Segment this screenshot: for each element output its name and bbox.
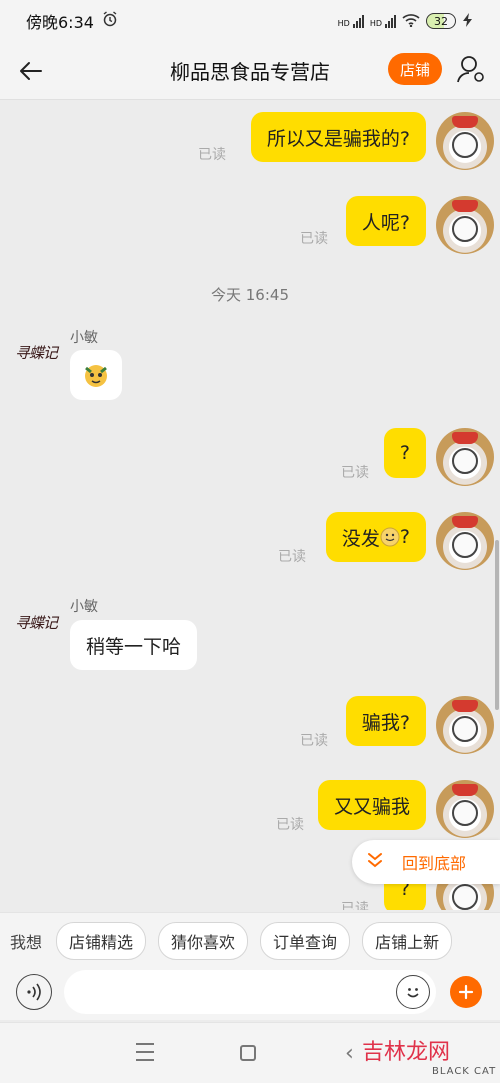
message-bubble[interactable]: 所以又是骗我的? xyxy=(250,112,426,162)
sticker-emoji-icon xyxy=(85,365,107,387)
read-receipt: 已读 xyxy=(300,231,328,247)
chip-order-query[interactable]: 订单查询 xyxy=(260,921,351,960)
message-bubble[interactable]: 没发 ? xyxy=(325,512,426,562)
nav-back-icon[interactable]: ‹ xyxy=(345,1041,354,1066)
message-text: 没发 xyxy=(341,527,380,550)
chip-store-picks[interactable]: 店铺精选 xyxy=(56,921,147,960)
read-receipt: 已读 xyxy=(278,549,306,565)
more-button[interactable] xyxy=(450,976,482,1008)
message-incoming[interactable]: 稍等一下哈 xyxy=(70,620,198,670)
read-receipt: 已读 xyxy=(341,465,369,481)
read-receipt: 已读 xyxy=(341,901,369,910)
input-bar xyxy=(0,968,500,1020)
user-settings-icon xyxy=(457,56,484,83)
message-outgoing[interactable]: 没发 ? xyxy=(325,512,494,570)
smile-emoji-icon xyxy=(380,527,400,547)
voice-icon xyxy=(27,983,41,1001)
back-button[interactable] xyxy=(14,54,48,88)
message-input[interactable] xyxy=(64,970,436,1014)
message-outgoing[interactable]: ? xyxy=(383,428,494,486)
message-text: ? xyxy=(399,526,410,548)
status-bar: 傍晚6:34 HD HD 32 xyxy=(0,0,500,42)
sender-name: 小敏 xyxy=(70,330,98,346)
user-avatar[interactable] xyxy=(436,512,494,570)
status-time: 傍晚6:34 xyxy=(26,13,94,32)
store-button[interactable]: 店铺 xyxy=(388,53,442,85)
chat-messages[interactable]: 已读 所以又是骗我的? 已读 人呢? 今天 16:45 寻蝶记 小敏 已读 ? … xyxy=(0,100,500,910)
arrow-left-icon xyxy=(20,62,42,80)
user-avatar[interactable] xyxy=(436,428,494,486)
plus-icon xyxy=(458,984,474,1000)
sender-name: 小敏 xyxy=(70,599,98,615)
smile-icon xyxy=(407,988,419,998)
time-divider: 今天 16:45 xyxy=(211,286,289,304)
back-to-bottom-button[interactable]: 回到底部 xyxy=(352,840,500,884)
message-bubble[interactable]: 骗我? xyxy=(345,696,426,746)
read-receipt: 已读 xyxy=(198,147,226,163)
voice-button[interactable] xyxy=(16,974,52,1010)
message-outgoing[interactable]: 骗我? xyxy=(345,696,494,754)
message-bubble[interactable]: 人呢? xyxy=(345,196,426,246)
watermark: 吉林龙网 BLACK CAT xyxy=(362,1030,500,1080)
signal-1-icon: HD xyxy=(338,14,364,28)
message-outgoing[interactable]: 所以又是骗我的? xyxy=(250,112,494,170)
wifi-icon xyxy=(402,13,420,30)
signal-2-icon: HD xyxy=(370,14,396,28)
user-settings-button[interactable] xyxy=(452,50,490,88)
charging-icon xyxy=(462,12,474,30)
double-chevron-down-icon xyxy=(366,851,384,873)
message-outgoing[interactable]: 又又骗我 xyxy=(317,780,494,838)
shop-avatar[interactable]: 寻蝶记 xyxy=(8,610,64,634)
read-receipt: 已读 xyxy=(300,733,328,749)
chip-recommend[interactable]: 猜你喜欢 xyxy=(158,921,249,960)
user-avatar[interactable] xyxy=(436,112,494,170)
quick-actions-bar: 我想 店铺精选 猜你喜欢 订单查询 店铺上新 xyxy=(0,912,500,968)
user-avatar[interactable] xyxy=(436,196,494,254)
alarm-icon xyxy=(102,11,118,31)
user-avatar[interactable] xyxy=(436,780,494,838)
watermark-text: 吉林龙网 xyxy=(362,1040,451,1065)
menu-icon[interactable] xyxy=(136,1043,154,1061)
watermark-subtext: BLACK CAT xyxy=(432,1066,497,1077)
scrollbar[interactable] xyxy=(495,540,499,710)
chat-header: 柳品思食品专营店 店铺 xyxy=(0,42,500,100)
read-receipt: 已读 xyxy=(276,817,304,833)
message-incoming-sticker[interactable] xyxy=(70,350,122,400)
home-icon[interactable] xyxy=(240,1045,256,1061)
emoji-button[interactable] xyxy=(396,975,430,1009)
message-bubble[interactable]: 又又骗我 xyxy=(317,780,426,830)
quick-label: 我想 xyxy=(10,932,43,952)
message-outgoing[interactable]: 人呢? xyxy=(345,196,494,254)
shop-avatar[interactable]: 寻蝶记 xyxy=(8,340,64,364)
battery-icon: 32 xyxy=(426,13,456,29)
user-avatar[interactable] xyxy=(436,696,494,754)
message-bubble[interactable]: ? xyxy=(383,428,426,478)
chip-new-arrivals[interactable]: 店铺上新 xyxy=(362,921,453,960)
back-to-bottom-label: 回到底部 xyxy=(402,854,467,873)
